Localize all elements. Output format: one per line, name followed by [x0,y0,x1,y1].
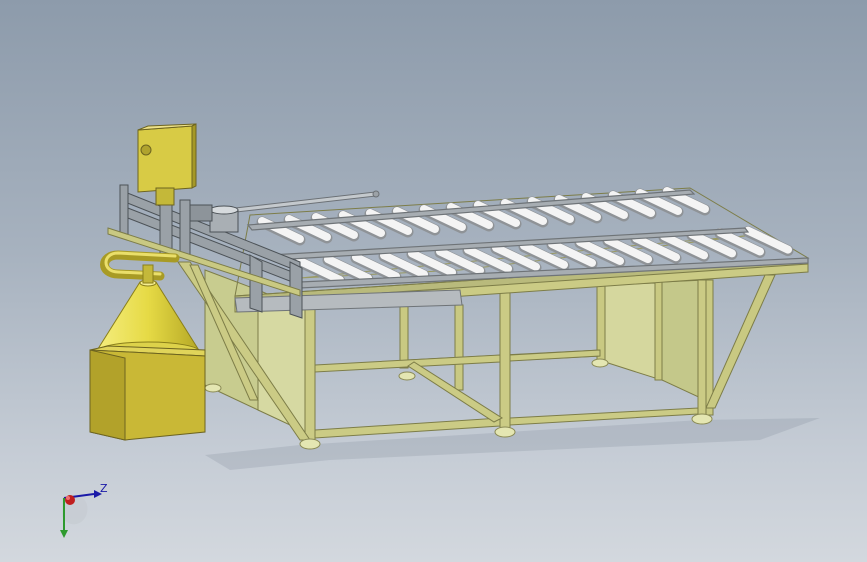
collection-box [89,345,206,441]
control-cabinet [137,123,197,206]
cad-model-view[interactable] [0,0,867,562]
rear-panels [604,279,706,401]
z-axis-label: Z [100,482,108,495]
coordinate-triad[interactable]: Z [48,476,118,546]
graphics-viewport[interactable]: Z [0,0,867,562]
